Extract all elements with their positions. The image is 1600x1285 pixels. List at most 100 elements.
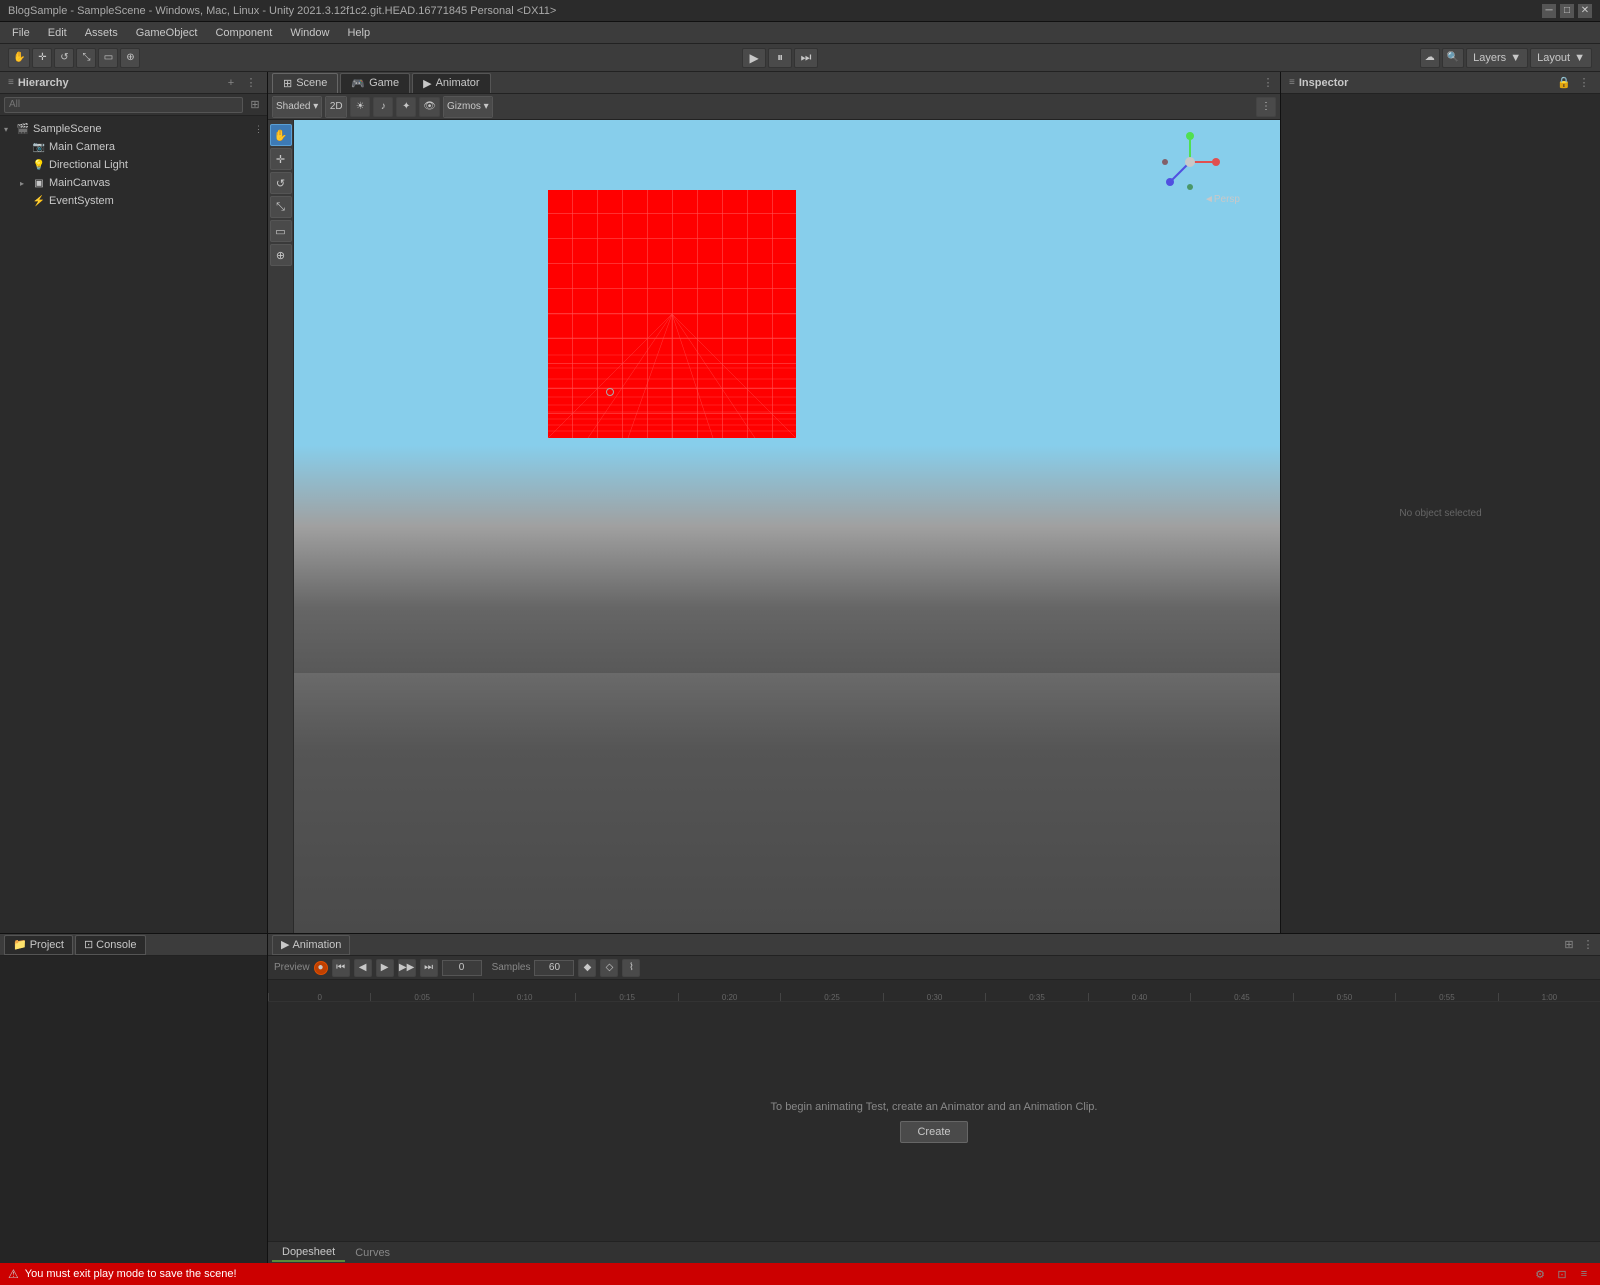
window-controls[interactable]: ─ □ ✕ [1542,4,1592,18]
scene-more-btn[interactable]: ⋮ [1256,97,1276,117]
toolbar-move-tool[interactable]: ✛ [32,48,52,68]
step-button[interactable]: ⏭ [794,48,818,68]
bottom-left-content [0,956,267,1263]
tick-005: 0:05 [370,993,472,1001]
hierarchy-item-maincanvas[interactable]: ▸ MainCanvas [0,174,267,192]
pause-button[interactable]: ⏸ [768,48,792,68]
vert-rect-tool[interactable]: ▭ [270,220,292,242]
inspector-actions: 🔒 ⋮ [1556,75,1592,91]
tab-animator[interactable]: ▶ Animator [412,73,491,93]
scene-viewport[interactable]: ✋ ✛ ↺ ⤡ ▭ ⊕ [268,120,1280,933]
hierarchy-extra-button[interactable]: ⊞ [247,97,263,113]
toolbar-rect-tool[interactable]: ▭ [98,48,118,68]
scene-hidden-btn[interactable]: 👁 [419,97,440,117]
anim-prev-button[interactable]: ◀ [354,959,372,977]
anim-menu-button[interactable]: ⋮ [1580,937,1596,953]
hierarchy-item-dirlight[interactable]: Directional Light [0,156,267,174]
hierarchy-item-menu[interactable]: ⋮ [254,124,263,135]
minimize-button[interactable]: ─ [1542,4,1556,18]
close-button[interactable]: ✕ [1578,4,1592,18]
anim-expand-button[interactable]: ⊞ [1561,937,1577,953]
layers-dropdown[interactable]: Layers ▼ [1466,48,1528,68]
hierarchy-add-button[interactable]: + [223,75,239,91]
scene-fx-btn[interactable]: ✦ [396,97,416,117]
console-tab-icon: ⊡ [84,938,93,951]
play-button[interactable]: ▶ [742,48,766,68]
expand-arrow-icon: ▾ [4,125,16,134]
scene-shaded-btn[interactable]: Shaded ▾ [273,97,321,117]
anim-first-button[interactable]: ⏮ [332,959,350,977]
scene-2d-btn[interactable]: 2D [326,97,346,117]
cloud-button[interactable]: ☁ [1420,48,1440,68]
maximize-button[interactable]: □ [1560,4,1574,18]
anim-keyframe-button[interactable]: ◆ [578,959,596,977]
tab-project[interactable]: 📁 Project [4,935,73,955]
inspector-menu-button[interactable]: ⋮ [1576,75,1592,91]
anim-curves-button[interactable]: ⌇ [622,959,640,977]
menu-assets[interactable]: Assets [77,25,126,41]
anim-frame-input[interactable] [442,960,482,976]
layout-dropdown[interactable]: Layout ▼ [1530,48,1592,68]
hierarchy-menu-button[interactable]: ⋮ [243,75,259,91]
vert-move-tool[interactable]: ✛ [270,148,292,170]
search-button[interactable]: 🔍 [1442,48,1464,68]
hierarchy-item-eventsystem-label: EventSystem [49,195,114,207]
hierarchy-item-eventsystem[interactable]: EventSystem [0,192,267,210]
tab-animation[interactable]: ▶ Animation [272,935,350,955]
scene-tabs-menu-button[interactable]: ⋮ [1260,75,1276,91]
project-tab-label: Project [30,939,64,951]
toolbar-scale-tool[interactable]: ⤡ [76,48,96,68]
hierarchy-content: ▾ SampleScene ⋮ Main Camera Directional … [0,116,267,933]
menu-help[interactable]: Help [339,25,378,41]
tab-game[interactable]: 🎮 Game [340,73,410,93]
tick-055: 0:55 [1395,993,1497,1001]
vert-scale-tool[interactable]: ⤡ [270,196,292,218]
menu-file[interactable]: File [4,25,38,41]
vert-transform-tool[interactable]: ⊕ [270,244,292,266]
tick-045: 0:45 [1190,993,1292,1001]
scene-gizmos-btn[interactable]: Gizmos ▾ [444,97,492,117]
menu-component[interactable]: Component [207,25,280,41]
toolbar-hand-tool[interactable]: ✋ [8,48,30,68]
sub-tab-dopesheet[interactable]: Dopesheet [272,1244,345,1262]
toolbar-transform-tool[interactable]: ⊕ [120,48,140,68]
title-bar: BlogSample - SampleScene - Windows, Mac,… [0,0,1600,22]
anim-record-button[interactable]: ● [314,961,328,975]
menu-gameobject[interactable]: GameObject [128,25,206,41]
bottom-left-tabs: 📁 Project ⊡ Console [0,934,267,956]
tab-console[interactable]: ⊡ Console [75,935,146,955]
anim-key-button[interactable]: ◇ [600,959,618,977]
animation-content: To begin animating Test, create an Anima… [268,1002,1600,1241]
hierarchy-search-input[interactable] [4,97,243,113]
menu-window[interactable]: Window [282,25,337,41]
anim-play-button[interactable]: ▶ [376,959,394,977]
status-collapse-button[interactable]: ⚙ [1532,1266,1548,1282]
hierarchy-item-maincamera[interactable]: Main Camera [0,138,267,156]
anim-last-button[interactable]: ⏭ [420,959,438,977]
menu-edit[interactable]: Edit [40,25,75,41]
status-layers-button[interactable]: ≡ [1576,1266,1592,1282]
game-tab-icon: 🎮 [351,77,365,90]
tab-scene[interactable]: ⊞ Scene [272,73,338,93]
anim-next-button[interactable]: ▶▶ [398,959,416,977]
status-message: You must exit play mode to save the scen… [25,1268,237,1280]
status-extra-button[interactable]: ⊡ [1554,1266,1570,1282]
red-rectangle [548,190,796,438]
bottom-left-panel: 📁 Project ⊡ Console [0,934,268,1263]
toolbar-rotate-tool[interactable]: ↺ [54,48,74,68]
hierarchy-title: Hierarchy [18,77,69,89]
scene-gizmo[interactable] [1160,132,1220,192]
hierarchy-item-samplescene[interactable]: ▾ SampleScene ⋮ [0,120,267,138]
anim-create-button[interactable]: Create [900,1121,967,1143]
sub-tab-curves[interactable]: Curves [345,1244,400,1262]
animation-sub-tabs: Dopesheet Curves [268,1241,1600,1263]
inspector-lock-button[interactable]: 🔒 [1556,75,1572,91]
inspector-content: No object selected [1281,94,1600,933]
vert-hand-tool[interactable]: ✋ [270,124,292,146]
scene-audio-btn[interactable]: ♪ [373,97,393,117]
toolbar-right-group: ☁ 🔍 Layers ▼ Layout ▼ [1420,48,1592,68]
anim-samples-input[interactable] [534,960,574,976]
scene-light-btn[interactable]: ☀ [350,97,370,117]
vert-rotate-tool[interactable]: ↺ [270,172,292,194]
scene-tabs-actions: ⋮ [1260,75,1276,91]
